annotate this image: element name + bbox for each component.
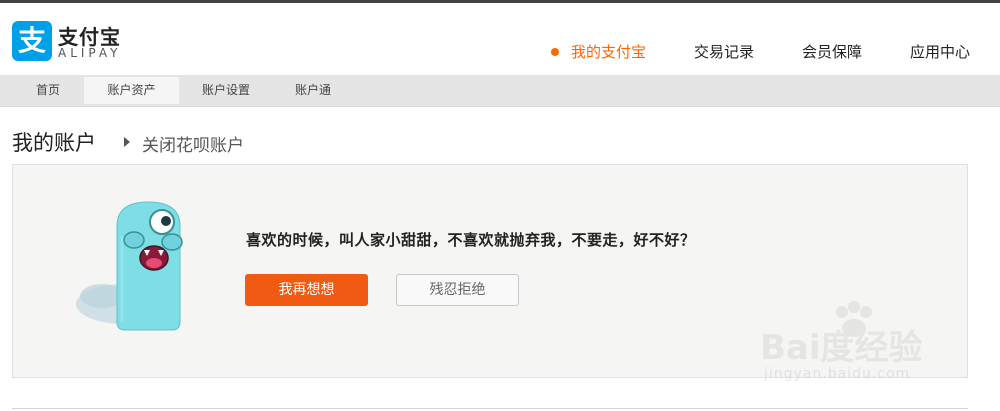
page-title: 我的账户 xyxy=(12,131,96,155)
baidu-watermark: Bai度经验 jingyan.baidu.com xyxy=(760,300,970,400)
nav-app-center[interactable]: 应用中心 xyxy=(910,41,970,62)
nav-transactions[interactable]: 交易记录 xyxy=(694,41,754,62)
breadcrumb: 关闭花呗账户 xyxy=(142,136,244,156)
retention-message: 喜欢的时候，叫人家小甜甜，不喜欢就抛弃我，不要走，好不好？ xyxy=(246,231,696,249)
subnav-home[interactable]: 首页 xyxy=(22,77,74,104)
alipay-logo-icon: 支 xyxy=(12,21,52,61)
watermark-brand: Bai度经验 xyxy=(760,328,923,368)
subnav-account-link[interactable]: 账户通 xyxy=(282,77,344,104)
active-dot-icon xyxy=(550,47,559,56)
reconsider-button[interactable]: 我再想想 xyxy=(245,274,368,306)
nav-label: 会员保障 xyxy=(801,43,862,61)
refuse-button[interactable]: 残忍拒绝 xyxy=(396,274,519,306)
bottom-divider xyxy=(12,408,968,409)
site-header: 支 支付宝 ALIPAY 我的支付宝 交易记录 会员保障 应用中心 xyxy=(0,3,1000,76)
watermark-url: jingyan.baidu.com xyxy=(764,366,911,382)
subnav-account-assets[interactable]: 账户资产 xyxy=(84,77,179,104)
monster-illustration-icon xyxy=(76,201,183,331)
subnav-account-settings[interactable]: 账户设置 xyxy=(190,77,262,104)
sub-nav: 首页 账户资产 账户设置 账户通 xyxy=(0,75,1000,107)
nav-label: 应用中心 xyxy=(909,43,970,61)
logo-english-text: ALIPAY xyxy=(58,46,122,60)
main-nav: 我的支付宝 交易记录 会员保障 应用中心 xyxy=(503,41,970,62)
alipay-logo[interactable]: 支 支付宝 ALIPAY xyxy=(12,21,212,61)
nav-label: 交易记录 xyxy=(693,43,754,61)
nav-member-protection[interactable]: 会员保障 xyxy=(802,41,862,62)
nav-my-alipay[interactable]: 我的支付宝 xyxy=(550,41,646,62)
nav-label: 我的支付宝 xyxy=(570,43,646,61)
breadcrumb-arrow-icon xyxy=(124,137,130,147)
